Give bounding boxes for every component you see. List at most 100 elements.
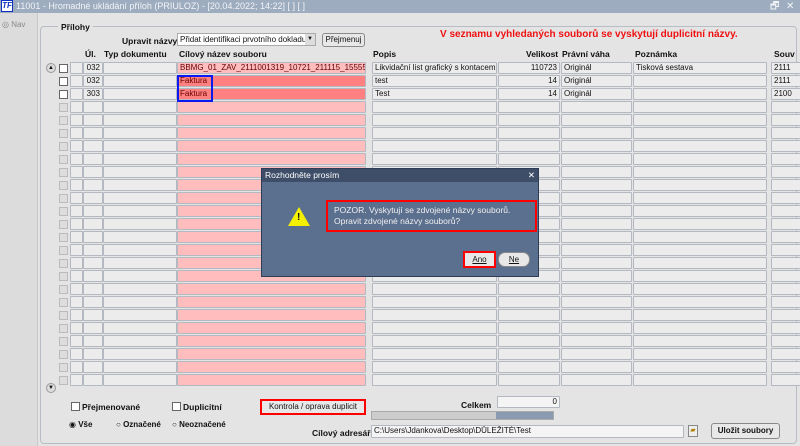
row-selector[interactable]	[70, 166, 83, 178]
cell-pravni[interactable]	[561, 361, 632, 373]
cell-souv[interactable]	[771, 231, 800, 243]
cell-souv[interactable]	[771, 283, 800, 295]
cell-poznamka[interactable]	[633, 218, 767, 230]
check-duplicates-button[interactable]: Kontrola / oprava duplicit	[260, 399, 366, 415]
scroll-down-icon[interactable]: ▼	[46, 383, 56, 393]
target-dir-input[interactable]: C:\Users\Jdankova\Desktop\DŮLEŽITÉ\Test	[371, 425, 684, 438]
cell-cil[interactable]	[177, 309, 366, 321]
cell-poznamka[interactable]	[633, 205, 767, 217]
row-selector[interactable]	[70, 322, 83, 334]
close-icon[interactable]: ✕	[786, 0, 794, 13]
row-selector[interactable]	[70, 309, 83, 321]
cell-popis[interactable]: test	[372, 75, 497, 87]
cell-velikost[interactable]	[498, 322, 560, 334]
cell-popis[interactable]	[372, 348, 497, 360]
cell-cil[interactable]	[177, 127, 366, 139]
row-checkbox[interactable]	[59, 311, 68, 320]
cell-typ[interactable]	[103, 322, 177, 334]
cell-poznamka[interactable]	[633, 361, 767, 373]
row-selector[interactable]	[70, 127, 83, 139]
cell-pravni[interactable]	[561, 231, 632, 243]
cell-typ[interactable]	[103, 179, 177, 191]
cell-typ[interactable]	[103, 88, 177, 100]
cell-typ[interactable]	[103, 218, 177, 230]
cell-pravni[interactable]	[561, 114, 632, 126]
row-selector[interactable]	[70, 361, 83, 373]
row-checkbox[interactable]	[59, 324, 68, 333]
cell-velikost[interactable]	[498, 140, 560, 152]
scrollbar-thumb[interactable]	[496, 412, 553, 419]
cell-typ[interactable]	[103, 335, 177, 347]
cell-typ[interactable]	[103, 374, 177, 386]
cell-souv[interactable]	[771, 309, 800, 321]
row-checkbox[interactable]	[59, 168, 68, 177]
row-checkbox[interactable]	[59, 64, 68, 73]
cell-ul[interactable]	[83, 283, 103, 295]
radio-unmarked[interactable]: ○ Neoznačené	[172, 420, 226, 429]
cell-typ[interactable]	[103, 140, 177, 152]
cell-poznamka[interactable]	[633, 322, 767, 334]
cell-ul[interactable]	[83, 140, 103, 152]
cell-velikost[interactable]	[498, 309, 560, 321]
cell-velikost[interactable]	[498, 374, 560, 386]
row-checkbox[interactable]	[59, 181, 68, 190]
cell-popis[interactable]	[372, 374, 497, 386]
cell-pravni[interactable]	[561, 205, 632, 217]
cell-pravni[interactable]	[561, 218, 632, 230]
cell-souv[interactable]	[771, 348, 800, 360]
cell-poznamka[interactable]	[633, 140, 767, 152]
row-selector[interactable]	[70, 270, 83, 282]
cell-popis[interactable]: Test	[372, 88, 497, 100]
cell-popis[interactable]	[372, 361, 497, 373]
row-checkbox[interactable]	[59, 155, 68, 164]
cell-pravni[interactable]: Originál	[561, 88, 632, 100]
cell-pravni[interactable]	[561, 153, 632, 165]
cell-popis[interactable]	[372, 296, 497, 308]
cell-ul[interactable]	[83, 374, 103, 386]
cell-ul[interactable]	[83, 192, 103, 204]
cell-popis[interactable]	[372, 140, 497, 152]
cell-pravni[interactable]	[561, 270, 632, 282]
row-selector[interactable]	[70, 348, 83, 360]
cell-popis[interactable]	[372, 127, 497, 139]
cell-ul[interactable]	[83, 101, 103, 113]
radio-marked[interactable]: ○ Označené	[116, 420, 161, 429]
cell-ul[interactable]: 032	[83, 62, 103, 74]
cell-souv[interactable]	[771, 127, 800, 139]
cell-ul[interactable]	[83, 348, 103, 360]
cell-pravni[interactable]	[561, 374, 632, 386]
cell-pravni[interactable]	[561, 127, 632, 139]
cell-cil[interactable]: BBMG_01_ZAV_2111001319_10721_211115_1555…	[177, 62, 366, 74]
cell-souv[interactable]	[771, 179, 800, 191]
cell-pravni[interactable]	[561, 192, 632, 204]
cell-ul[interactable]: 303	[83, 88, 103, 100]
cell-poznamka[interactable]	[633, 244, 767, 256]
cell-poznamka[interactable]	[633, 127, 767, 139]
cell-souv[interactable]	[771, 140, 800, 152]
row-checkbox[interactable]	[59, 220, 68, 229]
cell-poznamka[interactable]: Tisková sestava	[633, 62, 767, 74]
cell-poznamka[interactable]	[633, 153, 767, 165]
cell-ul[interactable]	[83, 153, 103, 165]
cell-typ[interactable]	[103, 348, 177, 360]
cell-velikost[interactable]	[498, 283, 560, 295]
cell-cil[interactable]	[177, 348, 366, 360]
cell-pravni[interactable]	[561, 166, 632, 178]
no-button[interactable]: Ne	[498, 252, 530, 267]
cell-popis[interactable]: Likvidační list grafický s kontacemi	[372, 62, 497, 74]
cell-cil[interactable]	[177, 101, 366, 113]
nav-button[interactable]: ◎ Nav	[2, 20, 25, 29]
row-checkbox[interactable]	[59, 272, 68, 281]
cell-typ[interactable]	[103, 192, 177, 204]
cell-ul[interactable]	[83, 231, 103, 243]
row-checkbox[interactable]	[59, 337, 68, 346]
row-selector[interactable]	[70, 231, 83, 243]
cell-typ[interactable]	[103, 62, 177, 74]
cell-pravni[interactable]: Originál	[561, 75, 632, 87]
cell-typ[interactable]	[103, 114, 177, 126]
cell-poznamka[interactable]	[633, 296, 767, 308]
cell-typ[interactable]	[103, 270, 177, 282]
cell-ul[interactable]	[83, 218, 103, 230]
row-selector[interactable]	[70, 244, 83, 256]
row-selector[interactable]	[70, 257, 83, 269]
